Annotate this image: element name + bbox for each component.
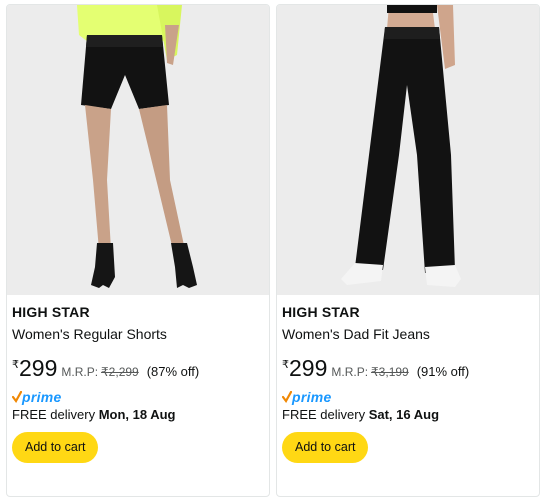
- mrp-label: M.R.P:: [61, 365, 99, 379]
- add-to-cart-button[interactable]: Add to cart: [282, 432, 369, 463]
- product-card[interactable]: HIGH STAR Women's Regular Shorts ₹ 299 M…: [6, 4, 270, 497]
- product-card[interactable]: HIGH STAR Women's Dad Fit Jeans ₹ 299 M.…: [276, 4, 540, 497]
- product-title-link[interactable]: Women's Regular Shorts: [12, 326, 167, 342]
- price-value: 299: [289, 355, 328, 381]
- add-to-cart-button[interactable]: Add to cart: [12, 432, 99, 463]
- product-title-link[interactable]: Women's Dad Fit Jeans: [282, 326, 430, 342]
- prime-check-icon: [12, 391, 22, 403]
- price-row: ₹ 299 M.R.P: ₹2,299 (87% off): [12, 355, 199, 382]
- mrp-value: ₹2,299: [101, 365, 139, 379]
- discount-text: (91% off): [416, 364, 470, 379]
- product-image[interactable]: [7, 5, 269, 295]
- mrp-label: M.R.P:: [331, 365, 369, 379]
- product-brand: HIGH STAR: [12, 304, 90, 320]
- product-brand: HIGH STAR: [282, 304, 360, 320]
- prime-check-icon: [282, 391, 292, 403]
- delivery-date: Sat, 16 Aug: [368, 407, 440, 422]
- delivery-prefix: FREE delivery: [282, 407, 369, 422]
- mrp-value: ₹3,199: [371, 365, 409, 379]
- prime-badge: prime: [282, 389, 332, 405]
- product-image[interactable]: [277, 5, 539, 295]
- black-shorts-product-image: [7, 5, 269, 295]
- price-row: ₹ 299 M.R.P: ₹3,199 (91% off): [282, 355, 469, 382]
- prime-logo-text: prime: [292, 389, 332, 405]
- prime-logo-text: prime: [22, 389, 62, 405]
- delivery-info: FREE delivery Sat, 16 Aug: [282, 407, 439, 422]
- discount-text: (87% off): [146, 364, 200, 379]
- black-jeans-product-image: [277, 5, 539, 295]
- price-value: 299: [19, 355, 58, 381]
- delivery-info: FREE delivery Mon, 18 Aug: [12, 407, 176, 422]
- delivery-date: Mon, 18 Aug: [98, 407, 176, 422]
- prime-badge: prime: [12, 389, 62, 405]
- delivery-prefix: FREE delivery: [12, 407, 99, 422]
- currency-symbol: ₹: [12, 359, 19, 371]
- currency-symbol: ₹: [282, 359, 289, 371]
